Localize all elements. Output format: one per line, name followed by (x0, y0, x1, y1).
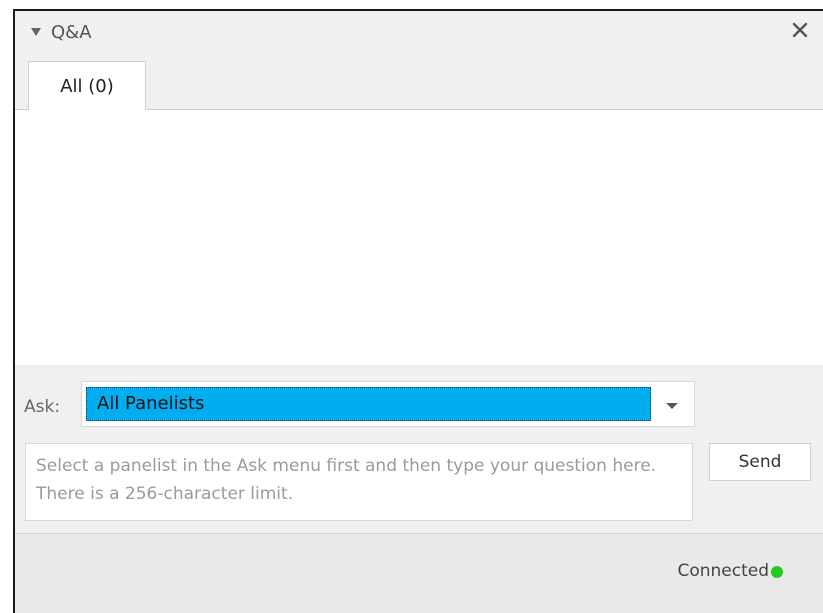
ask-row: Ask: All Panelists (15, 375, 823, 435)
tab-all[interactable]: All (0) (28, 61, 146, 110)
ask-dropdown[interactable]: All Panelists (81, 381, 695, 427)
close-icon (792, 22, 808, 38)
connection-status: Connected (677, 561, 769, 581)
questions-list (15, 110, 823, 365)
panel-title: Q&A (51, 21, 92, 43)
tab-bar: All (0) (15, 61, 823, 110)
panel-header: Q&A (15, 11, 823, 53)
ask-selected-option[interactable]: All Panelists (86, 387, 651, 421)
triangle-down-icon[interactable] (31, 28, 41, 36)
chevron-down-icon[interactable] (666, 403, 678, 409)
send-button[interactable]: Send (709, 443, 811, 481)
close-button[interactable] (789, 19, 811, 41)
status-indicator-icon (771, 566, 783, 578)
ask-label: Ask: (24, 397, 61, 417)
status-bar: Connected (15, 534, 823, 613)
question-input[interactable] (25, 443, 693, 521)
qa-panel: Q&A All (0) Ask: All Panelists Send Conn… (13, 9, 823, 613)
